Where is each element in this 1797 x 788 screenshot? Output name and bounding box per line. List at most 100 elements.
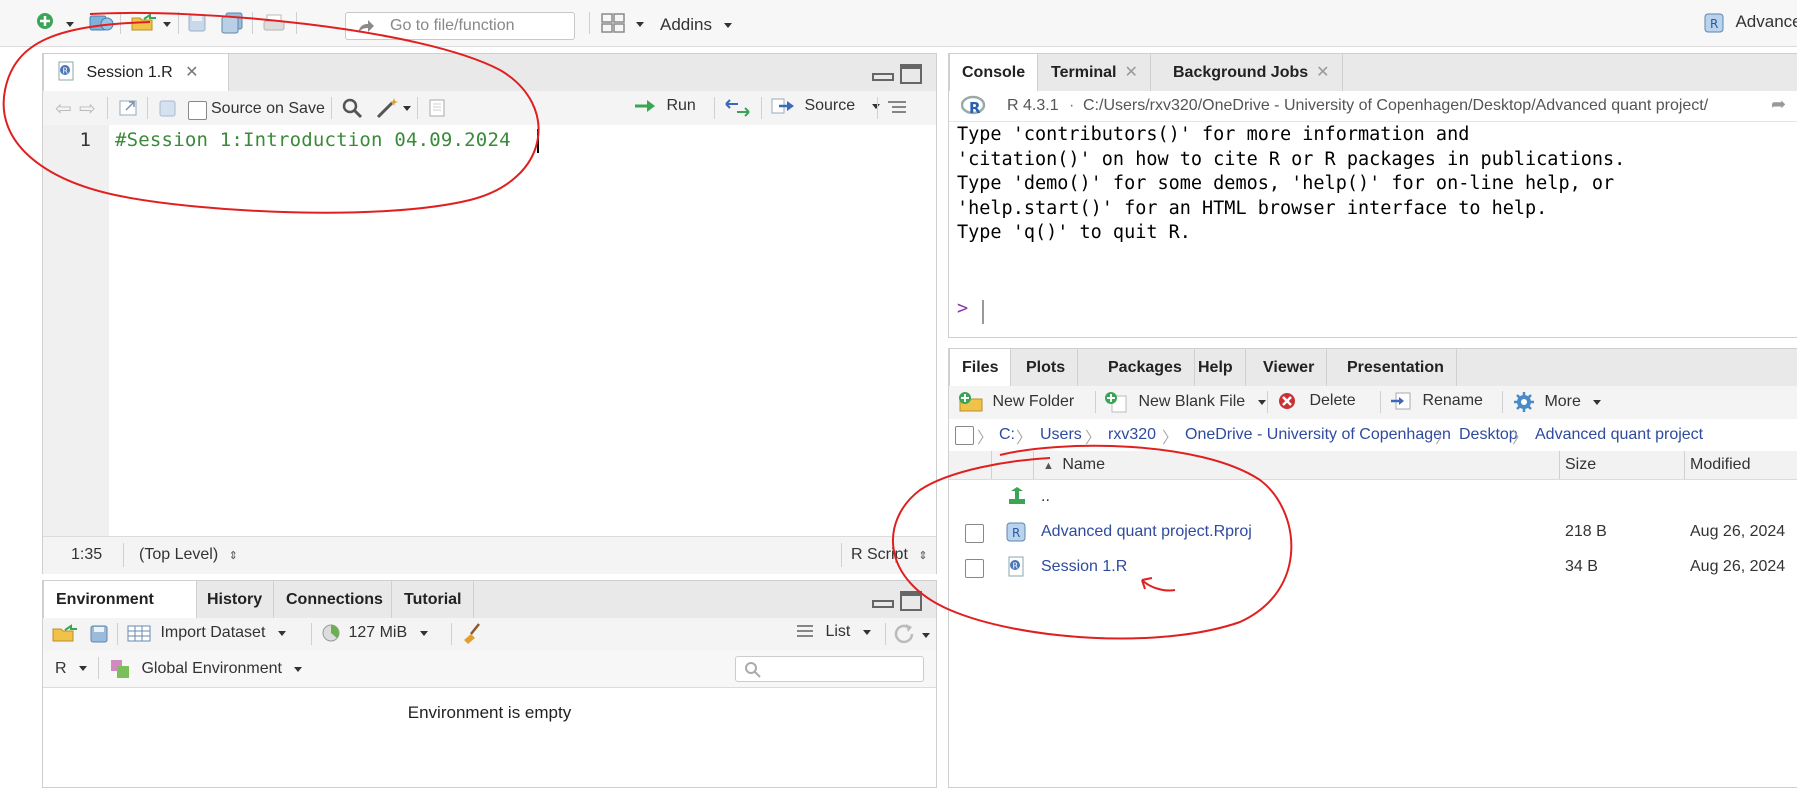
env-search-input[interactable] [735,656,924,682]
env-divider [311,623,312,645]
new-file-dropdown-icon[interactable] [66,22,74,27]
delete-button[interactable]: Delete [1277,391,1356,411]
tab-history[interactable]: History [195,581,274,618]
new-project-icon[interactable] [88,12,114,32]
new-blank-file-button[interactable]: New Blank File [1104,391,1266,413]
minimize-pane-icon[interactable] [872,68,894,82]
toolbar-divider [589,12,590,34]
code-tools-dropdown-icon[interactable] [403,106,411,111]
print-icon[interactable] [262,13,286,33]
memory-usage-button[interactable]: 127 MiB [321,623,428,643]
source-tab-label: Session 1.R [86,64,173,81]
tab-connections[interactable]: Connections [273,581,395,618]
file-size: 218 B [1565,523,1607,540]
modified-column-header[interactable]: Modified [1690,456,1750,474]
close-tab-icon[interactable]: ✕ [185,64,198,81]
tab-presentation[interactable]: Presentation [1335,349,1457,386]
close-terminal-icon[interactable]: ✕ [1125,64,1138,81]
more-menu[interactable]: More [1512,390,1602,414]
file-row-checkbox[interactable] [965,524,984,543]
source-on-save-checkbox[interactable] [188,101,207,120]
breadcrumb-advanced-quant-project[interactable]: Advanced quant project [1535,426,1703,444]
refresh-icon[interactable] [893,623,917,645]
code-tools-wand-icon[interactable] [375,96,401,120]
open-file-icon[interactable] [130,13,160,33]
breadcrumb-c[interactable]: C: [999,426,1015,444]
files-pane: Files Plots Packages Help Viewer Present… [948,348,1797,788]
file-type-updown-icon: ⇕ [918,550,928,562]
language-selector[interactable]: R [55,660,88,678]
new-file-icon[interactable] [36,12,54,30]
workspace-panes-dropdown-icon[interactable] [636,22,644,27]
close-background-jobs-icon[interactable]: ✕ [1316,64,1329,81]
env-divider [451,623,452,645]
scope-selector[interactable]: (Top Level) ⇕ [139,546,238,564]
compile-report-icon[interactable] [427,98,447,118]
tab-plots[interactable]: Plots [1014,349,1079,386]
size-column-header[interactable]: Size [1565,456,1596,474]
file-row-checkbox[interactable] [965,559,984,578]
file-name-link[interactable]: Session 1.R [1041,558,1127,576]
code-editor[interactable]: #Session 1:Introduction 04.09.2024 [109,125,936,536]
memory-pie-icon [322,624,340,642]
save-all-icon[interactable] [220,12,244,34]
addins-menu[interactable]: Addins [660,15,733,35]
goto-directory-icon[interactable]: ➦ [1771,94,1786,115]
rerun-icon[interactable] [723,98,753,118]
console-input[interactable]: > [957,298,1797,326]
delete-label: Delete [1309,392,1356,410]
select-all-checkbox[interactable] [955,426,974,445]
view-mode-selector[interactable]: List [795,623,871,641]
goto-file-function-input[interactable]: Go to file/function [345,12,575,40]
save-workspace-icon[interactable] [89,624,109,644]
breadcrumb-users[interactable]: Users [1040,426,1082,444]
rename-button[interactable]: Rename [1390,391,1483,411]
show-in-window-icon[interactable] [118,98,140,118]
tab-tutorial[interactable]: Tutorial [391,581,475,618]
source-button[interactable]: Source [771,96,880,116]
project-menu[interactable]: R Advance [1703,12,1797,34]
new-folder-button[interactable]: New Folder [958,391,1074,413]
breadcrumb-rxv320[interactable]: rxv320 [1108,426,1156,444]
tab-files-label: Files [962,359,999,376]
import-dataset-button[interactable]: Import Dataset [127,623,286,643]
tab-background-jobs[interactable]: Background Jobs ✕ [1161,54,1343,91]
document-outline-icon[interactable] [886,99,908,117]
load-workspace-icon[interactable] [51,624,79,644]
tab-console[interactable]: Console [949,54,1039,91]
env-minimize-icon[interactable] [872,595,894,609]
run-button[interactable]: Run [633,96,696,116]
breadcrumb-onedrive[interactable]: OneDrive - University of Copenhagen [1185,426,1451,444]
open-file-dropdown-icon[interactable] [163,22,171,27]
file-type-selector[interactable]: R Script ⇕ [851,546,928,564]
tab-files[interactable]: Files [949,349,1012,386]
find-replace-icon[interactable] [341,97,363,119]
environment-selector[interactable]: Global Environment [109,658,303,680]
maximize-pane-icon[interactable] [900,64,922,84]
clear-broom-icon[interactable] [461,622,485,646]
tab-terminal[interactable]: Terminal ✕ [1039,54,1151,91]
toolbar-divider [252,12,253,34]
back-arrow-icon[interactable]: ⇦ [55,96,72,121]
env-divider [98,657,99,679]
env-maximize-icon[interactable] [900,591,922,611]
file-name-link[interactable]: Advanced quant project.Rproj [1041,523,1252,541]
tab-viewer[interactable]: Viewer [1251,349,1328,386]
save-icon[interactable] [187,13,207,33]
breadcrumb-desktop[interactable]: Desktop [1459,426,1518,444]
scope-label: (Top Level) [139,546,219,563]
refresh-dropdown-icon[interactable] [922,633,930,638]
scope-updown-icon: ⇕ [228,550,238,562]
workspace-panes-icon[interactable] [601,13,625,33]
name-column-header[interactable]: ▲ Name [1043,456,1105,474]
forward-arrow-icon[interactable]: ⇨ [79,96,96,121]
tab-packages[interactable]: Packages [1096,349,1195,386]
tab-session-1-r[interactable]: R Session 1.R ✕ [43,54,229,91]
parent-directory-row[interactable]: .. [949,480,1797,514]
source-save-icon[interactable] [158,99,178,119]
tab-help[interactable]: Help [1186,349,1246,386]
project-label: Advance [1735,12,1797,32]
list-view-icon [797,625,813,637]
tab-environment[interactable]: Environment [43,581,197,618]
source-status-bar: 1:35 (Top Level) ⇕ R Script ⇕ [43,536,936,574]
